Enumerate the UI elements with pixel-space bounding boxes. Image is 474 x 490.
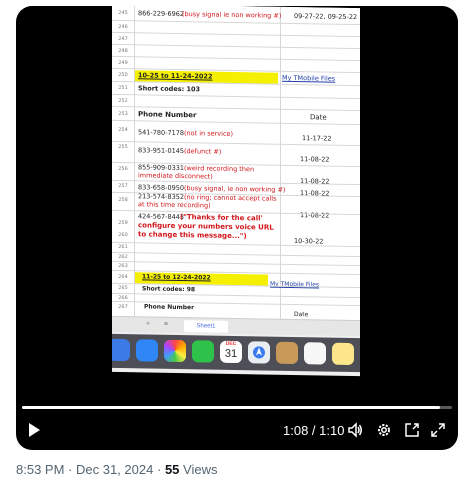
photos-icon[interactable]	[164, 339, 186, 363]
video-progress-fill	[22, 406, 440, 409]
row-number: 263	[118, 262, 128, 270]
play-icon	[29, 423, 40, 437]
date-header: Date	[294, 311, 309, 319]
row-number: 256	[118, 165, 128, 173]
volume-icon	[348, 422, 362, 438]
tweet-time: 8:53 PM	[16, 462, 65, 477]
tmobile-files-link[interactable]: My TMobile Files	[282, 74, 335, 83]
row-number: 267	[118, 303, 128, 311]
reminders-icon[interactable]	[304, 342, 326, 365]
tweet-metadata: 8:53 PM · Dec 31, 2024 · 55 Views	[16, 462, 218, 477]
short-codes-cell: Short codes: 103	[138, 84, 201, 94]
calendar-icon[interactable]: DEC 31	[220, 340, 242, 364]
sheet-list-button[interactable]: ≡	[164, 321, 168, 328]
recorded-screen: 245 866-229-6962 (busy signal ie non wor…	[112, 6, 360, 377]
tweet-time-link[interactable]: 8:53 PM · Dec 31, 2024	[16, 462, 153, 477]
maps-icon[interactable]	[248, 341, 270, 364]
play-button[interactable]	[26, 422, 42, 438]
video-scrub-bar[interactable]	[22, 406, 452, 409]
phone-number-cell: 541-780-7178	[138, 128, 185, 138]
picture-in-picture-button[interactable]	[404, 422, 420, 438]
row-number: 245	[118, 9, 128, 17]
date-cell: 09-27-22, 09-25-22	[294, 12, 358, 22]
note-cell: (no ring; cannot accept calls at this ti…	[138, 193, 277, 210]
date-cell: 11-08-22	[300, 155, 330, 164]
short-codes-cell: Short codes: 98	[142, 285, 196, 294]
row-number: 255	[118, 143, 128, 151]
row-number: 258	[118, 196, 128, 204]
billing-period-cell: 11-25 to 12-24-2022	[142, 273, 211, 282]
billing-period-cell: 10-25 to 11-24-2022	[138, 71, 213, 81]
phone-number-cell: 866-229-6962	[138, 9, 185, 19]
row-number: 264	[118, 273, 128, 281]
view-count: 55	[164, 462, 180, 477]
volume-button[interactable]	[347, 422, 363, 438]
row-number: 259	[118, 219, 128, 227]
note-cell: (defunct #)	[184, 147, 222, 156]
safari-icon[interactable]	[112, 338, 130, 362]
phone-number-cell: 833-658-0950	[138, 183, 185, 193]
tweet-media-card: 245 866-229-6962 (busy signal ie non wor…	[0, 0, 474, 490]
gear-icon	[378, 424, 390, 436]
row-number: 247	[118, 35, 128, 43]
note-cell: (not in service)	[184, 129, 234, 138]
row-number: 246	[118, 23, 128, 31]
row-number: 252	[118, 97, 128, 105]
fullscreen-button[interactable]	[430, 422, 446, 438]
row-number: 261	[118, 243, 128, 251]
phone-number-header: Phone Number	[138, 110, 197, 120]
row-number: 260	[118, 231, 128, 239]
note-cell: ("Thanks for the call' configure your nu…	[138, 213, 274, 241]
facetime-icon[interactable]	[192, 340, 214, 363]
current-time: 1:08	[283, 423, 309, 438]
mac-dock: DEC 31	[112, 333, 360, 373]
fullscreen-icon	[431, 423, 445, 437]
sheet-tab-bar: + ≡ Sheet1	[112, 315, 360, 337]
contacts-icon[interactable]	[276, 341, 298, 365]
row-number: 257	[118, 182, 128, 190]
row-number: 253	[118, 110, 128, 118]
phone-number-header: Phone Number	[144, 303, 195, 312]
picture-in-picture-icon	[405, 423, 419, 437]
video-player[interactable]: 245 866-229-6962 (busy signal ie non wor…	[16, 6, 458, 450]
notes-icon[interactable]	[332, 342, 354, 366]
phone-number-cell: 833-951-0145	[138, 146, 185, 156]
row-number: 254	[118, 126, 128, 134]
sheet-tab[interactable]: Sheet1	[184, 320, 228, 333]
spreadsheet: 245 866-229-6962 (busy signal ie non wor…	[112, 6, 360, 321]
mail-icon[interactable]	[136, 339, 158, 362]
add-sheet-button[interactable]: +	[146, 320, 150, 327]
row-number: 248	[118, 47, 128, 55]
row-number: 250	[118, 71, 128, 79]
row-number: 249	[118, 59, 128, 67]
row-number: 251	[118, 84, 128, 92]
row-number: 265	[118, 284, 128, 292]
date-cell: 11-17-22	[302, 134, 332, 143]
views-label: Views	[183, 462, 218, 477]
settings-button[interactable]	[376, 422, 392, 438]
row-number: 262	[118, 253, 128, 261]
tweet-date: Dec 31, 2024	[76, 462, 154, 477]
video-timestamp: 1:08 / 1:10	[283, 423, 345, 438]
calendar-day: 31	[224, 347, 238, 361]
note-cell: (busy signal ie non working #)	[182, 10, 282, 20]
duration: 1:10	[319, 423, 345, 438]
note-cell: (weird recording then immediate disconne…	[138, 164, 255, 181]
date-header: Date	[310, 113, 327, 122]
